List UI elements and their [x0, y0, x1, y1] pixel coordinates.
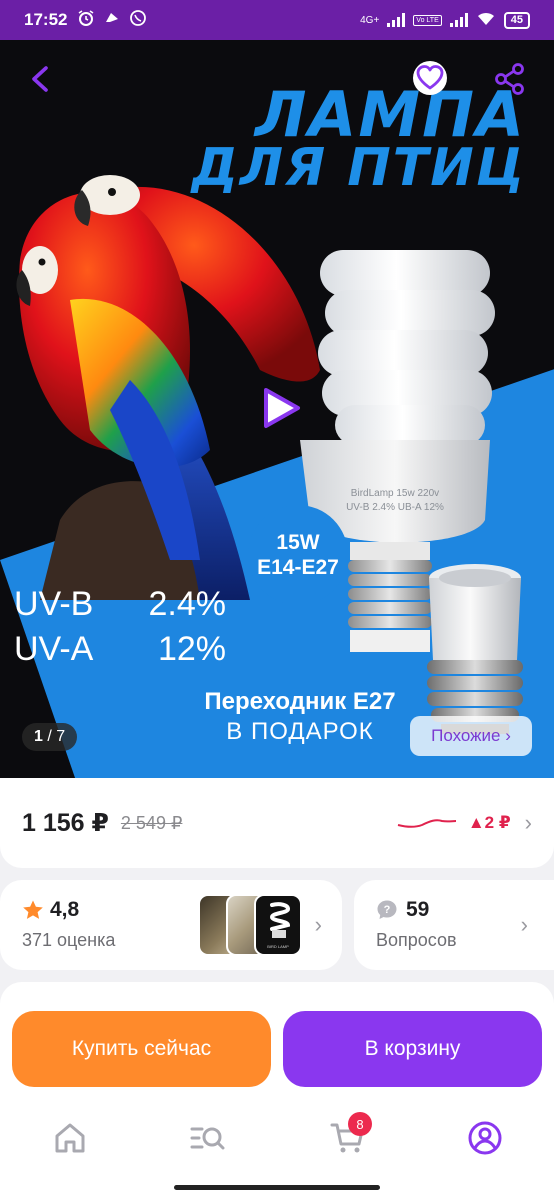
lamp-thumbnail-icon: BIRD LAMP: [267, 902, 291, 949]
gift-line1: Переходник E27: [204, 688, 396, 715]
price-change: ▲2 ₽: [467, 813, 511, 832]
gallery-pager: 1 / 7: [22, 723, 78, 751]
uv-b-label: UV-B: [14, 585, 94, 623]
uv-a-row: UV-A 12%: [14, 630, 226, 669]
viber-icon: [129, 9, 147, 32]
network-type: 4G+: [360, 14, 380, 26]
lamp-print-line1: BirdLamp 15w 220v: [351, 488, 439, 499]
questions-card[interactable]: ? 59 Вопросов ›: [354, 880, 554, 970]
price-history-sparkline: [397, 819, 456, 828]
back-arrow-icon[interactable]: [26, 64, 56, 94]
rating-value: 4,8: [50, 898, 80, 921]
play-video-icon[interactable]: [256, 384, 304, 432]
power-socket-badge: 15W E14-E27: [248, 505, 348, 605]
wifi-icon: [476, 11, 496, 30]
lamp-print-line2: UV-B 2.4% UB-A 12%: [346, 502, 444, 513]
questions-label: Вопросов: [376, 930, 457, 950]
pager-total: / 7: [47, 728, 66, 745]
profile-icon[interactable]: [467, 1120, 503, 1156]
alarm-icon: [77, 9, 95, 32]
home-icon[interactable]: [52, 1120, 88, 1156]
rating-card[interactable]: 4,8 371 оценка BIRD LAMP ›: [0, 880, 342, 970]
heart-icon[interactable]: [412, 60, 448, 96]
price-trend: ▲2 ₽: [396, 813, 511, 833]
star-icon: [23, 900, 43, 919]
similar-button[interactable]: Похожие ›: [410, 716, 532, 756]
status-time: 17:52: [24, 10, 68, 29]
pager-current: 1: [34, 728, 43, 745]
chevron-right-icon: ›: [314, 912, 322, 937]
product-gallery[interactable]: ЛАМПА ДЛЯ ПТИЦ BirdLamp 15w 220v UV-B 2.…: [0, 40, 554, 778]
svg-text:?: ?: [384, 904, 391, 916]
volte-icon: Vo LTE: [413, 14, 442, 26]
price-card[interactable]: 1 156 ₽ 2 549 ₽ ▲2 ₽ ›: [0, 778, 554, 868]
question-bubble-icon: ?: [377, 900, 397, 919]
battery-icon: 45: [503, 11, 530, 29]
home-indicator[interactable]: [174, 1185, 380, 1190]
uv-a-value: 12%: [157, 630, 226, 668]
thumb-caption: BIRD LAMP: [267, 944, 289, 949]
status-bar: 17:52 4G+ Vo LTE 45: [0, 0, 554, 40]
app-notification-icon: [103, 9, 121, 32]
cart-count-badge: 8: [348, 1112, 372, 1136]
uv-b-row: UV-B 2.4%: [14, 585, 226, 624]
gift-line2: В ПОДАРОК: [226, 718, 374, 745]
badge-line2: E14-E27: [257, 556, 339, 579]
uv-a-label: UV-A: [14, 630, 94, 668]
buy-now-button[interactable]: Купить сейчас: [12, 1011, 271, 1087]
review-photos[interactable]: BIRD LAMP: [198, 894, 302, 956]
catalog-search-icon[interactable]: [190, 1120, 226, 1156]
add-to-cart-button[interactable]: В корзину: [283, 1011, 542, 1087]
review-photo[interactable]: BIRD LAMP: [254, 894, 302, 956]
notification-icons: [77, 9, 147, 32]
questions-summary: ? 59: [376, 898, 532, 922]
signal-icon-2: [449, 13, 468, 27]
old-price: 2 549 ₽: [120, 812, 183, 833]
current-price: 1 156 ₽: [22, 809, 109, 837]
badge-line1: 15W: [276, 531, 320, 554]
uv-b-value: 2.4%: [148, 585, 227, 623]
chevron-right-icon: ›: [520, 912, 528, 937]
questions-count: 59: [406, 898, 430, 921]
share-icon[interactable]: [494, 62, 526, 96]
signal-icon: [387, 13, 406, 27]
status-right: 4G+ Vo LTE 45: [360, 11, 530, 30]
chevron-right-icon: ›: [524, 810, 532, 835]
